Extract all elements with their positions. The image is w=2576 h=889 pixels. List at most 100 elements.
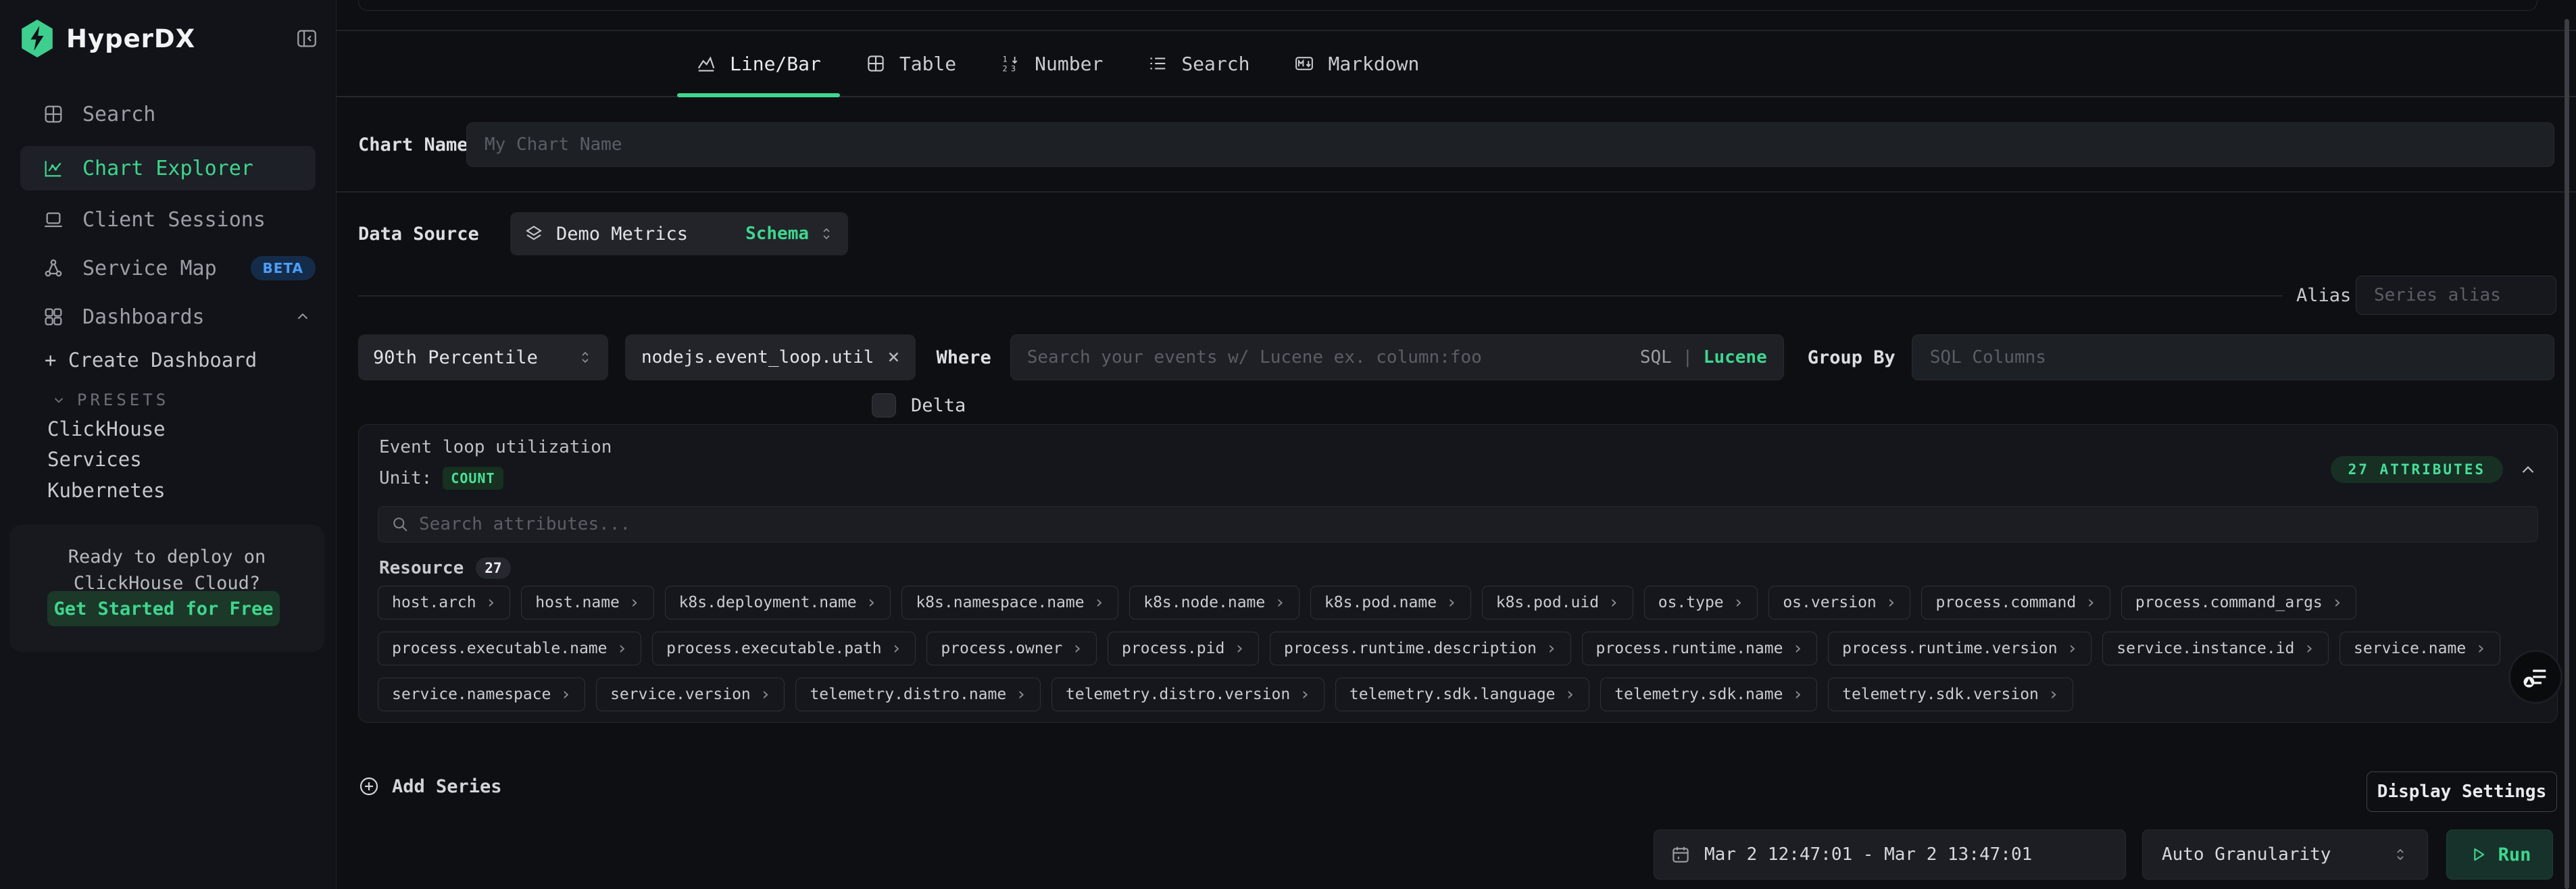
attribute-chip[interactable]: telemetry.sdk.name › bbox=[1600, 678, 1817, 711]
attribute-chip[interactable]: k8s.pod.uid › bbox=[1482, 586, 1633, 619]
chevron-right-icon: › bbox=[560, 684, 571, 705]
preset-services[interactable]: Services bbox=[47, 448, 142, 471]
attribute-chip[interactable]: k8s.pod.name › bbox=[1310, 586, 1471, 619]
network-nodes-icon bbox=[42, 257, 65, 279]
attribute-chip[interactable]: process.runtime.version › bbox=[1828, 632, 2091, 665]
preset-clickhouse[interactable]: ClickHouse bbox=[47, 417, 166, 440]
granularity-select[interactable]: Auto Granularity bbox=[2142, 830, 2428, 880]
attribute-chip[interactable]: service.version › bbox=[596, 678, 785, 711]
tab-table[interactable]: Table bbox=[847, 31, 975, 96]
tab-number[interactable]: 1 2 3 Number bbox=[982, 31, 1122, 96]
attribute-chip[interactable]: telemetry.sdk.language › bbox=[1335, 678, 1589, 711]
chevron-down-icon bbox=[51, 392, 66, 407]
sidebar-item-client-sessions[interactable]: Client Sessions bbox=[20, 200, 316, 239]
chevron-right-icon: › bbox=[866, 592, 877, 613]
chevron-up-icon[interactable] bbox=[294, 308, 312, 326]
attribute-chip[interactable]: telemetry.distro.version › bbox=[1051, 678, 1324, 711]
time-range-picker[interactable]: Mar 2 12:47:01 - Mar 2 13:47:01 bbox=[1654, 830, 2126, 880]
data-source-row: Data Source Demo Metrics Schema bbox=[337, 212, 2576, 255]
where-input[interactable]: Search your events w/ Lucene ex. column:… bbox=[1010, 334, 1784, 380]
sidebar-collapse-icon[interactable] bbox=[295, 27, 318, 50]
chevron-right-icon: › bbox=[1546, 638, 1557, 659]
sidebar-item-service-map[interactable]: Service Map BETA bbox=[20, 249, 316, 288]
schema-link[interactable]: Schema bbox=[745, 224, 809, 244]
attribute-chip[interactable]: os.version › bbox=[1768, 586, 1910, 619]
attribute-chip-list: host.arch › host.name › k8s.deployment.n… bbox=[378, 586, 2517, 711]
chevron-right-icon: › bbox=[1234, 638, 1245, 659]
chart-type-tabs: Line/Bar Table 1 2 3 Number Search bbox=[337, 31, 2576, 97]
area-chart-icon bbox=[696, 53, 716, 74]
delta-checkbox[interactable] bbox=[872, 393, 896, 417]
attribute-chip[interactable]: host.name › bbox=[521, 586, 653, 619]
resource-label: Resource bbox=[379, 558, 464, 578]
sidebar: HyperDX Search Chart Explorer bbox=[0, 0, 337, 889]
chart-name-row: Chart Name bbox=[337, 122, 2576, 168]
panel-collapse-chevron-icon[interactable] bbox=[2518, 460, 2538, 480]
attribute-chip[interactable]: service.name › bbox=[2339, 632, 2500, 665]
tab-search[interactable]: Search bbox=[1129, 31, 1268, 96]
attribute-chip[interactable]: process.pid › bbox=[1108, 632, 1259, 665]
remove-metric-icon[interactable]: × bbox=[887, 347, 899, 367]
hyperdx-logo-icon bbox=[20, 20, 54, 57]
attribute-chip[interactable]: process.command_args › bbox=[2121, 586, 2357, 619]
app-title: HyperDX bbox=[66, 24, 195, 53]
promo-text: Ready to deploy on ClickHouse Cloud? bbox=[9, 544, 324, 596]
unit-row: Unit: COUNT bbox=[379, 467, 503, 490]
attribute-chip[interactable]: k8s.node.name › bbox=[1129, 586, 1299, 619]
attribute-chip[interactable]: process.owner › bbox=[926, 632, 1097, 665]
laptop-icon bbox=[42, 209, 65, 230]
vertical-scrollbar[interactable] bbox=[2565, 19, 2569, 889]
sql-toggle[interactable]: SQL bbox=[1640, 347, 1672, 367]
list-lines-icon bbox=[1147, 53, 1168, 74]
feedback-widget-button[interactable] bbox=[2508, 650, 2562, 704]
sidebar-item-search[interactable]: Search bbox=[20, 95, 316, 134]
data-source-select[interactable]: Demo Metrics Schema bbox=[510, 212, 848, 255]
sidebar-item-chart-explorer[interactable]: Chart Explorer bbox=[20, 146, 316, 190]
chevron-right-icon: › bbox=[760, 684, 771, 705]
presets-header[interactable]: PRESETS bbox=[51, 390, 169, 409]
create-dashboard-button[interactable]: + Create Dashboard bbox=[45, 349, 257, 372]
chevron-right-icon: › bbox=[1072, 638, 1083, 659]
preset-kubernetes[interactable]: Kubernetes bbox=[47, 479, 166, 502]
where-label: Where bbox=[936, 347, 991, 368]
chevron-right-icon: › bbox=[891, 638, 902, 659]
attribute-chip[interactable]: os.type › bbox=[1644, 586, 1758, 619]
attribute-chip[interactable]: process.runtime.description › bbox=[1270, 632, 1571, 665]
attribute-chip[interactable]: k8s.namespace.name › bbox=[901, 586, 1118, 619]
line-chart-icon bbox=[42, 157, 65, 179]
unit-badge: COUNT bbox=[443, 467, 503, 490]
attribute-chip[interactable]: process.runtime.name › bbox=[1582, 632, 1818, 665]
lucene-toggle[interactable]: Lucene bbox=[1704, 347, 1767, 367]
attribute-chip[interactable]: service.instance.id › bbox=[2102, 632, 2329, 665]
attribute-chip[interactable]: service.namespace › bbox=[378, 678, 585, 711]
attribute-chip[interactable]: k8s.deployment.name › bbox=[665, 586, 891, 619]
attribute-chip[interactable]: process.executable.name › bbox=[378, 632, 641, 665]
where-placeholder: Search your events w/ Lucene ex. column:… bbox=[1027, 347, 1482, 367]
add-series-button[interactable]: Add Series bbox=[358, 766, 502, 807]
metric-chip[interactable]: nodejs.event_loop.util × bbox=[625, 334, 916, 380]
group-by-input[interactable] bbox=[1912, 334, 2554, 380]
attribute-chip[interactable]: host.arch › bbox=[378, 586, 510, 619]
chevron-right-icon: › bbox=[1733, 592, 1744, 613]
tab-markdown[interactable]: Markdown bbox=[1275, 31, 1438, 96]
attribute-chip[interactable]: process.command › bbox=[1921, 586, 2110, 619]
attribute-chip[interactable]: telemetry.distro.name › bbox=[795, 678, 1040, 711]
get-started-button[interactable]: Get Started for Free bbox=[47, 591, 280, 626]
svg-text:1: 1 bbox=[1003, 55, 1008, 64]
aggregation-select[interactable]: 90th Percentile bbox=[358, 334, 608, 380]
attribute-search-input[interactable]: Search attributes... bbox=[378, 506, 2538, 542]
sidebar-item-dashboards[interactable]: Dashboards bbox=[20, 297, 316, 336]
alias-input[interactable] bbox=[2356, 276, 2556, 315]
group-by-label: Group By bbox=[1808, 347, 1896, 368]
tab-line-bar[interactable]: Line/Bar bbox=[677, 31, 840, 96]
chevron-right-icon: › bbox=[2304, 638, 2314, 659]
sidebar-item-label: Client Sessions bbox=[82, 208, 266, 232]
sidebar-item-label: Search bbox=[82, 103, 155, 126]
chevron-right-icon: › bbox=[1274, 592, 1285, 613]
attribute-chip[interactable]: process.executable.path › bbox=[652, 632, 916, 665]
chart-name-input[interactable] bbox=[466, 122, 2554, 167]
display-settings-button[interactable]: Display Settings bbox=[2367, 771, 2557, 812]
run-button[interactable]: Run bbox=[2446, 830, 2553, 880]
chevron-right-icon: › bbox=[2067, 638, 2078, 659]
attribute-chip[interactable]: telemetry.sdk.version › bbox=[1828, 678, 2073, 711]
